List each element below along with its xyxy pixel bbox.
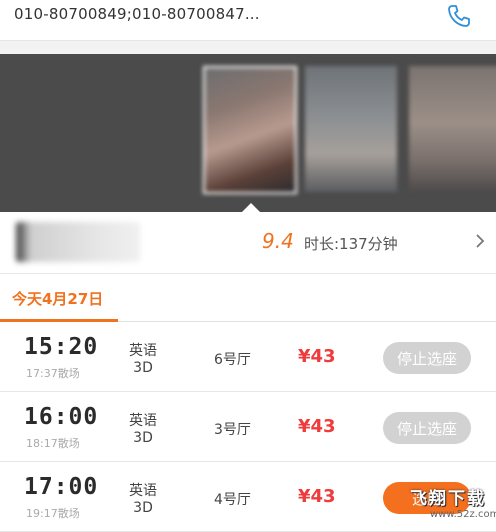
showtime-price: ¥43 <box>298 416 336 437</box>
chevron-right-icon[interactable] <box>473 232 487 250</box>
phone-icon[interactable] <box>445 2 473 30</box>
movie-duration: 时长:137分钟 <box>304 235 398 253</box>
showtime-end: 17:37散场 <box>26 367 80 380</box>
showtime-hall: 6号厅 <box>214 352 251 368</box>
showtime-language: 英语 <box>129 343 157 359</box>
movie-score: 9.4 <box>262 229 294 253</box>
selected-poster-pointer <box>242 203 260 212</box>
poster-item[interactable] <box>409 66 496 192</box>
showtime-hall: 3号厅 <box>214 422 251 438</box>
showtime-end: 19:17散场 <box>26 507 80 520</box>
showtime-language: 英语 <box>129 483 157 499</box>
stop-seat-selection-button[interactable]: 停止选座 <box>383 412 471 444</box>
poster-selected[interactable] <box>203 66 297 194</box>
section-divider <box>0 40 496 54</box>
showtime-start: 16:00 <box>24 404 99 430</box>
poster-carousel[interactable] <box>0 54 496 212</box>
showtime-price: ¥43 <box>298 486 336 507</box>
showtime-hall: 4号厅 <box>214 492 251 508</box>
cinema-phone-number: 010-80700849;010-80700847... <box>14 5 260 23</box>
watermark-url: www.52z.com <box>430 509 496 520</box>
cinema-phone-bar[interactable]: 010-80700849;010-80700847... <box>0 0 496 40</box>
showtime-start: 15:20 <box>24 334 99 360</box>
showtime-row[interactable]: 15:20 17:37散场 英语 3D 6号厅 ¥43 停止选座 <box>0 322 496 392</box>
showtime-end: 18:17散场 <box>26 437 80 450</box>
showtime-format: 3D <box>133 360 153 376</box>
showtime-price: ¥43 <box>298 346 336 367</box>
showtime-format: 3D <box>133 500 153 516</box>
stop-seat-selection-button[interactable]: 停止选座 <box>383 342 471 374</box>
showtime-format: 3D <box>133 430 153 446</box>
movie-title-blurred <box>16 222 140 262</box>
movie-info-row[interactable]: 9.4 时长:137分钟 <box>0 212 496 274</box>
tab-today[interactable]: 今天4月27日 <box>12 288 103 309</box>
showtime-start: 17:00 <box>24 474 99 500</box>
showtime-row[interactable]: 16:00 18:17散场 英语 3D 3号厅 ¥43 停止选座 <box>0 392 496 462</box>
showtime-language: 英语 <box>129 413 157 429</box>
watermark-logo: 飞翔下载 <box>410 489 486 509</box>
poster-item[interactable] <box>305 66 397 192</box>
date-tabs: 今天4月27日 <box>0 274 496 322</box>
